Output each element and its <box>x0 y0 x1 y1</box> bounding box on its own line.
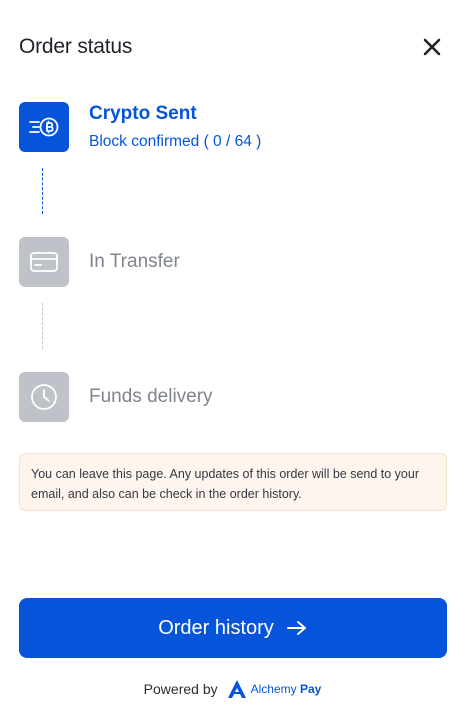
order-history-label: Order history <box>158 616 274 639</box>
step-text: Funds delivery <box>89 372 213 409</box>
step-icon-box <box>19 102 69 152</box>
brand-name-main: Alchemy <box>250 682 297 696</box>
brand-name: Alchemy Pay <box>251 682 322 696</box>
step-title: Funds delivery <box>89 386 213 407</box>
header: Order status <box>19 32 443 62</box>
step-text: Crypto Sent Block confirmed ( 0 / 64 ) <box>89 102 261 151</box>
step-funds-delivery: Funds delivery <box>19 372 213 422</box>
close-button[interactable] <box>421 36 443 58</box>
step-connector <box>42 168 43 214</box>
footer: Powered by Alchemy Pay <box>0 678 465 700</box>
brand-name-suffix: Pay <box>299 682 322 696</box>
step-in-transfer: In Transfer <box>19 237 180 287</box>
clock-icon <box>31 384 57 410</box>
crypto-send-icon <box>29 117 59 137</box>
step-icon-box <box>19 237 69 287</box>
brand: Alchemy Pay <box>227 679 322 699</box>
step-connector <box>42 303 43 349</box>
step-text: In Transfer <box>89 237 180 274</box>
powered-by-text: Powered by <box>143 681 218 697</box>
step-title: Crypto Sent <box>89 103 197 124</box>
close-icon <box>423 38 441 56</box>
alchemy-pay-logo-icon <box>227 680 246 698</box>
step-subtitle: Block confirmed ( 0 / 64 ) <box>89 133 262 150</box>
page-title: Order status <box>19 35 133 58</box>
order-history-button[interactable]: Order history <box>19 598 447 658</box>
info-notice: You can leave this page. Any updates of … <box>19 453 447 511</box>
step-title: In Transfer <box>89 251 180 272</box>
step-crypto-sent: Crypto Sent Block confirmed ( 0 / 64 ) <box>19 102 261 152</box>
arrow-right-icon <box>286 620 308 636</box>
step-icon-box <box>19 372 69 422</box>
card-icon <box>30 252 58 272</box>
